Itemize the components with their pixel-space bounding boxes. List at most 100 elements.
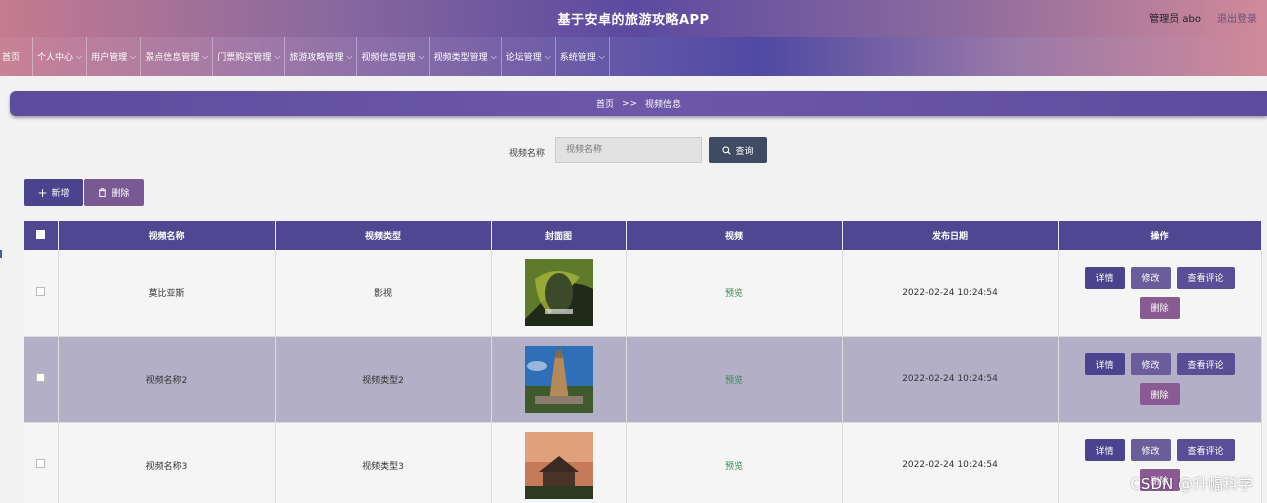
nav-item-video-type-management[interactable]: 视频类型管理 ⌵ bbox=[430, 37, 502, 76]
view-comments-button[interactable]: 查看评论 bbox=[1176, 353, 1235, 375]
publish-date-cell: 2022-02-24 10:24:54 bbox=[842, 250, 1059, 337]
main-nav: 首页 个人中心 ⌵ 用户管理 ⌵ 景点信息管理 ⌵ 门票购买管理 ⌵ 旅游攻略管理 ⌵ 视… bbox=[0, 37, 1267, 76]
app-title: 基于安卓的旅游攻略APP bbox=[557, 13, 710, 28]
row-select-cell bbox=[24, 422, 59, 503]
nav-item-label: 旅游攻略管理 bbox=[289, 53, 344, 63]
col-header-video: 视频 bbox=[626, 221, 843, 250]
video-name-cell: 视频名称2 bbox=[58, 336, 276, 423]
user-area: 管理员 abo 退出登录 bbox=[1149, 10, 1257, 25]
row-select-cell bbox=[24, 336, 59, 423]
edit-button[interactable]: 修改 bbox=[1130, 353, 1171, 375]
nav-item-user-management[interactable]: 用户管理 ⌵ bbox=[87, 37, 142, 76]
nav-item-video-management[interactable]: 视频信息管理 ⌵ bbox=[357, 37, 430, 76]
chevron-down-icon: ⌵ bbox=[418, 51, 425, 61]
cover-image[interactable] bbox=[524, 431, 593, 499]
plus-icon: + bbox=[37, 185, 48, 200]
search-input[interactable] bbox=[555, 137, 702, 163]
breadcrumb-separator: >> bbox=[621, 98, 638, 109]
cover-cell bbox=[491, 336, 627, 423]
nav-item-ticket-management[interactable]: 门票购买管理 ⌵ bbox=[213, 37, 286, 76]
preview-link[interactable]: 预览 bbox=[725, 462, 743, 472]
video-cell: 预览 bbox=[626, 422, 843, 503]
detail-button[interactable]: 详情 bbox=[1084, 439, 1125, 461]
detail-button[interactable]: 详情 bbox=[1084, 353, 1125, 375]
batch-delete-button[interactable]: 删除 bbox=[84, 179, 144, 206]
row-checkbox[interactable] bbox=[36, 286, 46, 296]
chevron-down-icon: ⌵ bbox=[490, 51, 497, 61]
col-header-date[interactable]: 发布日期 bbox=[842, 221, 1059, 250]
breadcrumb-home[interactable]: 首页 bbox=[596, 97, 614, 110]
publish-date-cell: 2022-02-24 10:24:54 bbox=[842, 422, 1059, 503]
actions-cell: 详情 修改 查看评论 删除 bbox=[1058, 250, 1262, 337]
table-row: 视频名称2 视频类型2 预览 2022-02-24 10:24:54 详情 修改… bbox=[24, 336, 1262, 423]
video-type-cell: 视频类型2 bbox=[275, 336, 492, 423]
nav-item-system-management[interactable]: 系统管理 ⌵ bbox=[556, 37, 610, 76]
nav-item-label: 视频类型管理 bbox=[433, 53, 488, 63]
nav-item-label: 用户管理 bbox=[91, 53, 128, 63]
search-button-label: 查询 bbox=[735, 146, 754, 157]
row-checkbox[interactable] bbox=[36, 459, 46, 468]
top-header: 基于安卓的旅游攻略APP 管理员 abo 退出登录 bbox=[0, 0, 1267, 37]
delete-button[interactable]: 删除 bbox=[1139, 296, 1180, 319]
cover-cell bbox=[491, 422, 627, 503]
batch-delete-label: 删除 bbox=[111, 189, 130, 199]
chevron-down-icon: ⌵ bbox=[130, 51, 137, 61]
preview-link[interactable]: 预览 bbox=[725, 376, 743, 386]
edit-button[interactable]: 修改 bbox=[1130, 439, 1171, 461]
search-button[interactable]: 查询 bbox=[709, 137, 767, 163]
delete-button[interactable]: 删除 bbox=[1139, 383, 1180, 405]
edit-button[interactable]: 修改 bbox=[1130, 266, 1171, 289]
preview-link[interactable]: 预览 bbox=[725, 289, 743, 299]
nav-item-forum-management[interactable]: 论坛管理 ⌵ bbox=[502, 37, 556, 76]
video-type-cell: 视频类型3 bbox=[275, 422, 492, 503]
nav-item-guide-management[interactable]: 旅游攻略管理 ⌵ bbox=[285, 37, 358, 76]
select-all-checkbox[interactable] bbox=[36, 229, 46, 239]
video-name-cell: 莫比亚斯 bbox=[58, 250, 276, 337]
chevron-down-icon: ⌵ bbox=[598, 51, 605, 61]
cover-image[interactable] bbox=[524, 259, 593, 327]
publish-date-cell: 2022-02-24 10:24:54 bbox=[842, 336, 1059, 423]
video-cell: 预览 bbox=[626, 336, 843, 423]
add-button-label: 新增 bbox=[51, 189, 70, 199]
view-comments-button[interactable]: 查看评论 bbox=[1176, 439, 1235, 461]
nav-item-home[interactable]: 首页 bbox=[0, 37, 34, 76]
nav-item-label: 景点信息管理 bbox=[145, 53, 200, 63]
nav-item-label: 门票购买管理 bbox=[217, 53, 272, 63]
table-row: 莫比亚斯 影视 预览 2022-02-24 10:24:54 详情 修改 查看评… bbox=[24, 250, 1262, 337]
video-type-cell: 影视 bbox=[275, 250, 492, 337]
row-checkbox[interactable] bbox=[36, 373, 46, 382]
table-row: 视频名称3 视频类型3 预览 2022-02-24 10:24:54 详情 修改… bbox=[24, 422, 1262, 503]
search-label: 视频名称 bbox=[509, 149, 546, 159]
actions-cell: 详情 修改 查看评论 删除 bbox=[1058, 336, 1262, 423]
view-comments-button[interactable]: 查看评论 bbox=[1176, 266, 1235, 289]
left-edge-marker bbox=[0, 250, 2, 258]
nav-item-personal-center[interactable]: 个人中心 ⌵ bbox=[33, 37, 88, 76]
chevron-down-icon: ⌵ bbox=[346, 51, 353, 61]
col-header-name[interactable]: 视频名称 bbox=[58, 221, 276, 250]
chevron-down-icon: ⌵ bbox=[544, 51, 551, 61]
csdn-watermark: CSDN @升幅科学 bbox=[1130, 475, 1253, 493]
breadcrumb-current: 视频信息 bbox=[645, 100, 682, 110]
col-header-actions: 操作 bbox=[1058, 221, 1262, 250]
chevron-down-icon: ⌵ bbox=[76, 51, 83, 61]
cover-cell bbox=[491, 250, 627, 337]
nav-item-label: 系统管理 bbox=[559, 53, 596, 63]
add-button[interactable]: + 新增 bbox=[24, 179, 83, 206]
video-cell: 预览 bbox=[626, 250, 843, 337]
detail-button[interactable]: 详情 bbox=[1084, 266, 1125, 289]
nav-item-scenic-management[interactable]: 景点信息管理 ⌵ bbox=[141, 37, 214, 76]
video-name-cell: 视频名称3 bbox=[58, 422, 276, 503]
nav-item-label: 个人中心 bbox=[37, 53, 74, 63]
breadcrumb: 首页 >> 视频信息 bbox=[10, 91, 1267, 116]
admin-label: 管理员 abo bbox=[1149, 14, 1201, 25]
table-header-row: 视频名称 视频类型 封面图 视频 发布日期 操作 bbox=[24, 221, 1262, 250]
trash-icon bbox=[99, 188, 107, 197]
nav-item-label: 论坛管理 bbox=[505, 53, 542, 63]
cover-image[interactable] bbox=[524, 345, 593, 413]
logout-link[interactable]: 退出登录 bbox=[1217, 10, 1257, 25]
nav-item-label: 视频信息管理 bbox=[361, 53, 416, 63]
col-header-type[interactable]: 视频类型 bbox=[275, 221, 492, 250]
select-all-cell bbox=[24, 221, 59, 250]
video-table: 视频名称 视频类型 封面图 视频 发布日期 操作 莫比亚斯 影视 预览 2022… bbox=[24, 221, 1262, 503]
search-icon bbox=[722, 145, 732, 155]
